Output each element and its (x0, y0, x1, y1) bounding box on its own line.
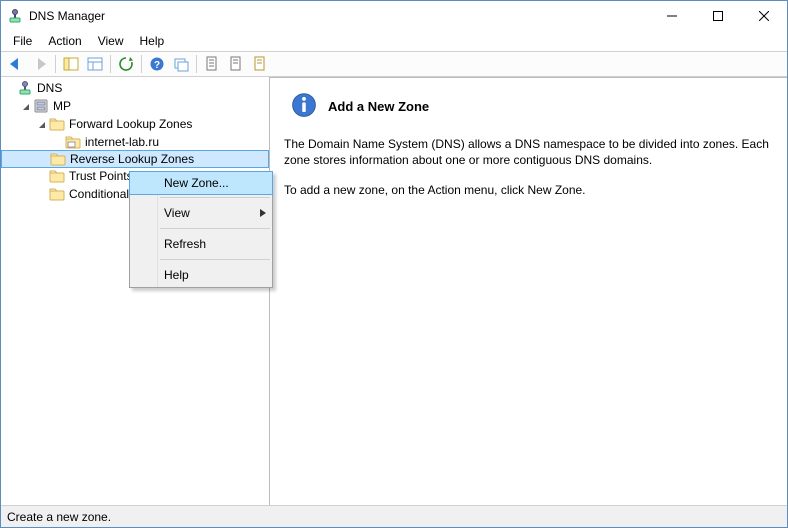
tree-label: Forward Lookup Zones (69, 117, 192, 131)
doc-button-3[interactable] (249, 53, 271, 75)
content-area: DNS MP Forward Lookup Zones (1, 77, 787, 505)
folder-icon (49, 186, 65, 202)
tree-server[interactable]: MP (1, 97, 269, 115)
doc-button-1[interactable] (201, 53, 223, 75)
folder-icon (49, 116, 65, 132)
folder-icon (50, 151, 66, 167)
tree-zone-internet-lab[interactable]: internet-lab.ru (1, 133, 269, 151)
context-separator (160, 228, 270, 229)
context-item-label: View (164, 206, 190, 220)
context-item-label: Help (164, 268, 189, 282)
context-help[interactable]: Help (130, 263, 272, 287)
tree-forward-lookup[interactable]: Forward Lookup Zones (1, 115, 269, 133)
folder-icon (49, 168, 65, 184)
menu-help[interactable]: Help (132, 32, 173, 50)
tree-label: DNS (37, 81, 62, 95)
refresh-button[interactable] (115, 53, 137, 75)
context-item-label: Refresh (164, 237, 206, 251)
show-hide-tree-button[interactable] (60, 53, 82, 75)
doc-button-2[interactable] (225, 53, 247, 75)
tree-root-dns[interactable]: DNS (1, 79, 269, 97)
tree-label: Reverse Lookup Zones (70, 152, 194, 166)
forward-button[interactable] (29, 53, 51, 75)
status-text: Create a new zone. (7, 510, 111, 524)
tree-label: MP (53, 99, 71, 113)
help-button[interactable]: ? (146, 53, 168, 75)
context-refresh[interactable]: Refresh (130, 232, 272, 256)
context-item-label: New Zone... (164, 176, 229, 190)
submenu-arrow-icon (260, 206, 266, 220)
collapse-icon[interactable] (19, 102, 33, 111)
tree-pane: DNS MP Forward Lookup Zones (1, 77, 270, 505)
title-bar: DNS Manager (1, 1, 787, 31)
window-controls (649, 1, 787, 31)
detail-pane: Add a New Zone The Domain Name System (D… (270, 77, 787, 505)
menu-view[interactable]: View (90, 32, 132, 50)
close-button[interactable] (741, 1, 787, 31)
context-separator (160, 259, 270, 260)
menu-action[interactable]: Action (40, 32, 89, 50)
maximize-button[interactable] (695, 1, 741, 31)
toolbar: ? (1, 51, 787, 77)
window-title: DNS Manager (29, 9, 649, 23)
menu-bar: File Action View Help (1, 31, 787, 51)
app-icon (7, 8, 23, 24)
tree-label: internet-lab.ru (85, 135, 159, 149)
tree-label: Trust Points (69, 169, 133, 183)
tree-reverse-lookup[interactable]: Reverse Lookup Zones (1, 150, 269, 168)
minimize-button[interactable] (649, 1, 695, 31)
context-separator (160, 197, 270, 198)
status-bar: Create a new zone. (1, 505, 787, 527)
collapse-icon[interactable] (35, 120, 49, 129)
back-button[interactable] (5, 53, 27, 75)
new-window-button[interactable] (170, 53, 192, 75)
svg-text:?: ? (154, 60, 160, 71)
server-icon (33, 98, 49, 114)
context-menu: New Zone... View Refresh Help (129, 171, 273, 288)
menu-file[interactable]: File (5, 32, 40, 50)
context-view[interactable]: View (130, 201, 272, 225)
options-button[interactable] (84, 53, 106, 75)
dns-root-icon (17, 80, 33, 96)
context-new-zone[interactable]: New Zone... (129, 171, 273, 195)
zone-icon (65, 134, 81, 150)
